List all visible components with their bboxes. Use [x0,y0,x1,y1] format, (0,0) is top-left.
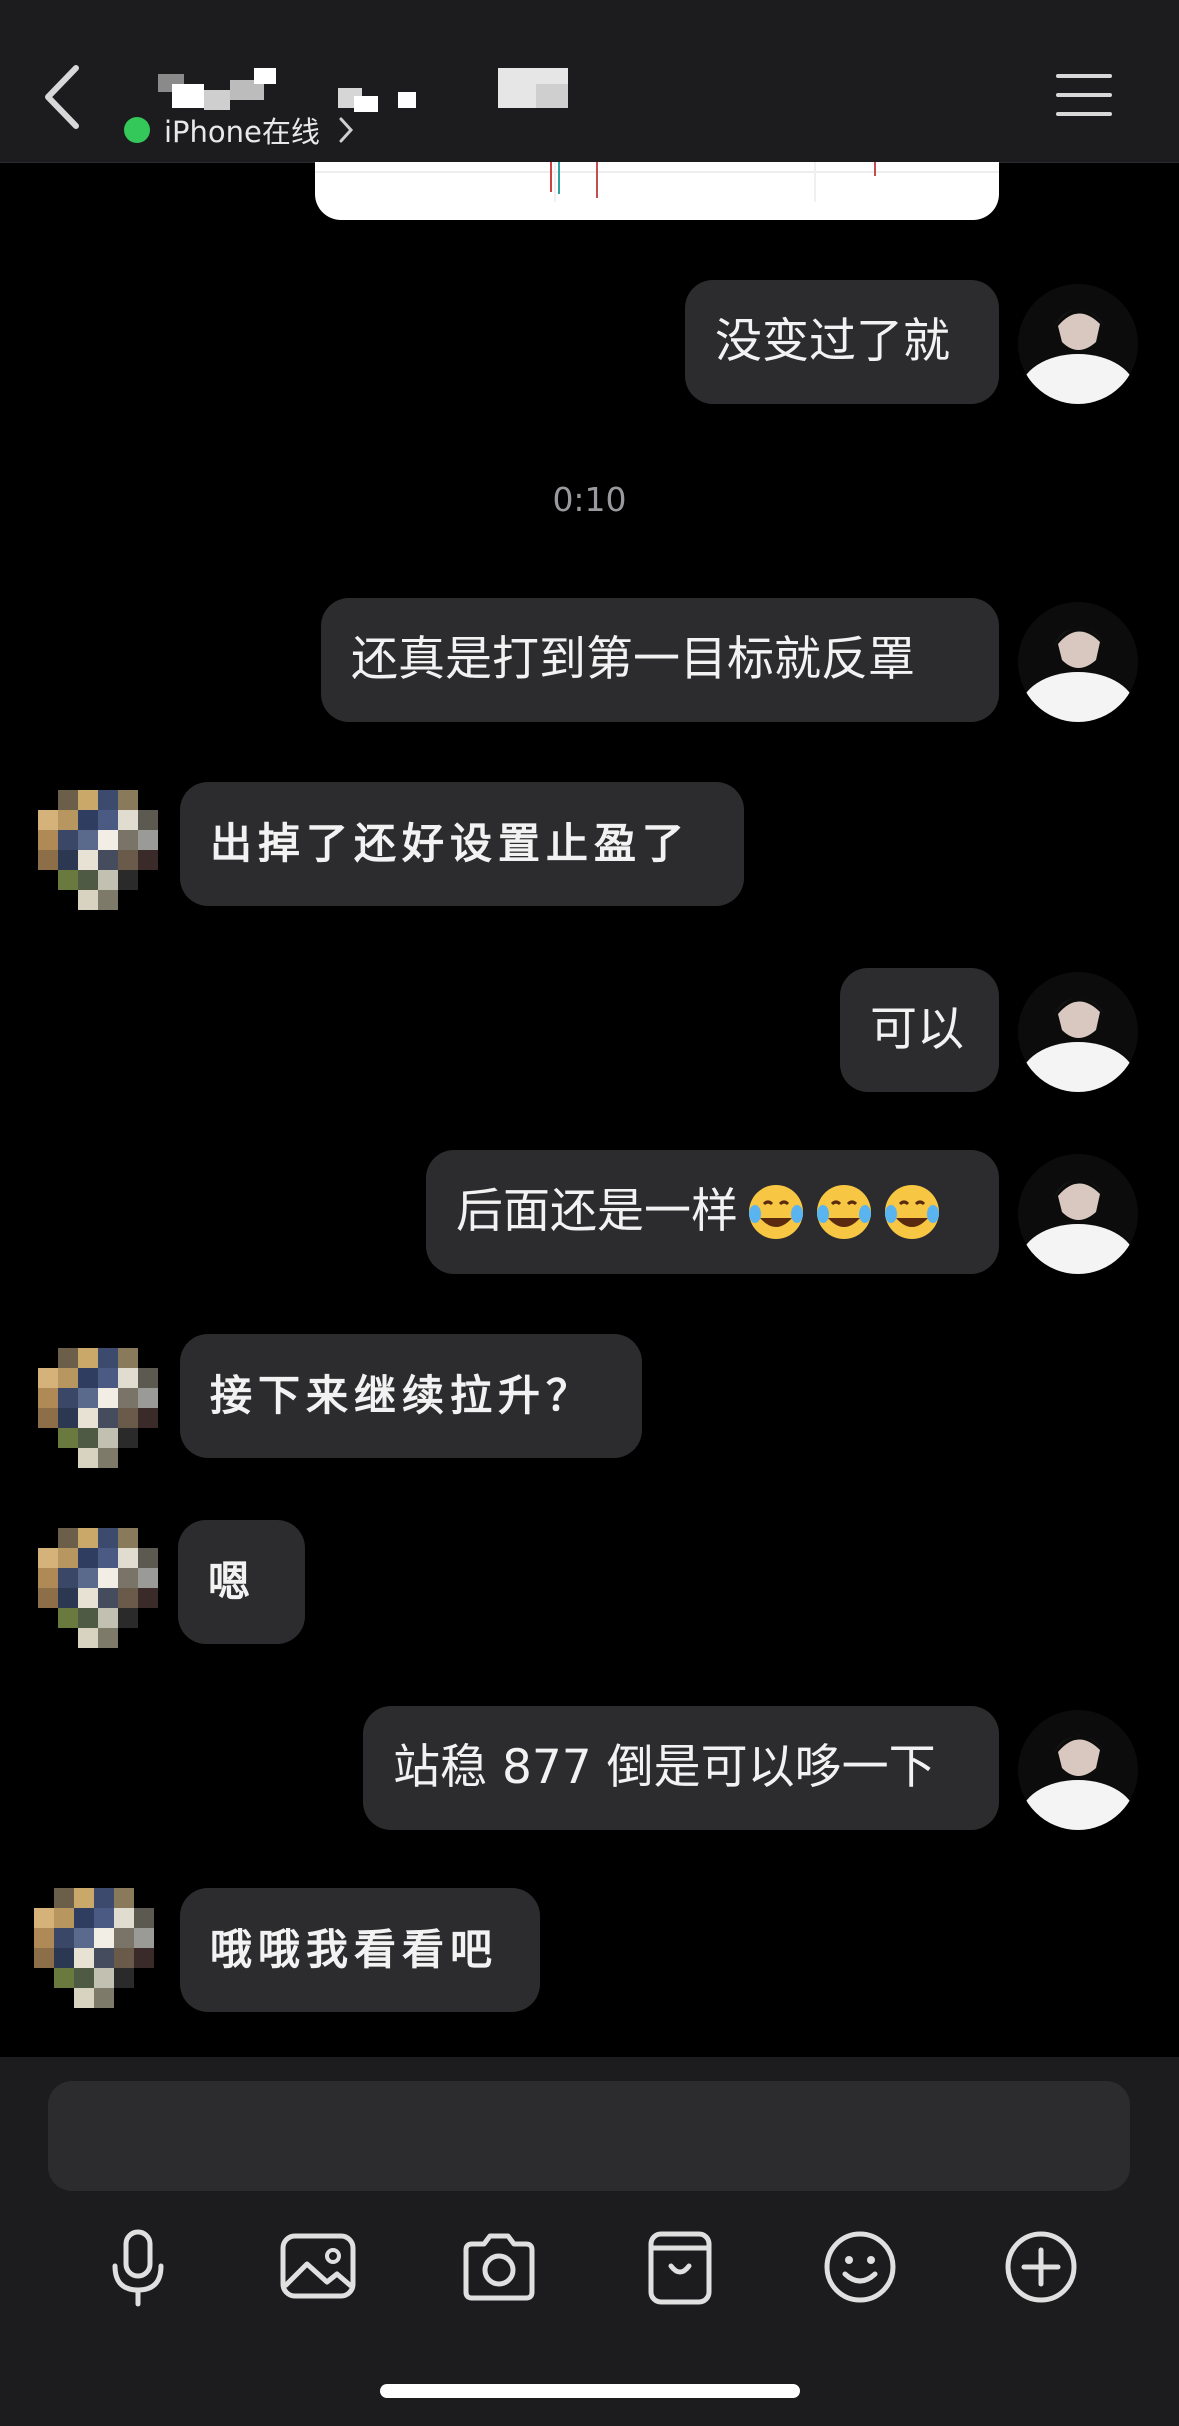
user-avatar[interactable] [1018,1154,1138,1274]
wallet-icon[interactable] [635,2222,725,2312]
message-text: 接下来继续拉升？ [210,1371,595,1420]
message-text: 没变过了就 [715,314,950,369]
user-avatar[interactable] [1018,1710,1138,1830]
camera-icon[interactable] [454,2222,544,2312]
message-bubble-incoming[interactable]: 出掉了还好设置止盈了 [180,782,744,906]
message-list[interactable]: 没变过了就 0:10 还真是打到第一目标就反罩 出掉了还好设置止盈了 可以 后面… [0,162,1179,2057]
message-text: 哦哦我看看吧 [210,1925,499,1974]
message-bubble-incoming[interactable]: 嗯 [178,1520,305,1644]
online-status[interactable]: iPhone在线 [124,110,356,150]
message-input[interactable] [48,2081,1130,2191]
message-bubble-outgoing[interactable]: 后面还是一样 [426,1150,999,1274]
input-panel [0,2057,1179,2426]
message-bubble-incoming[interactable]: 接下来继续拉升？ [180,1334,642,1458]
message-text: 后面还是一样 [456,1184,738,1239]
emoji-icon[interactable] [815,2222,905,2312]
message-bubble-incoming[interactable]: 哦哦我看看吧 [180,1888,540,2012]
image-icon[interactable] [273,2222,363,2312]
contact-name-redacted [158,68,568,112]
home-indicator[interactable] [380,2384,800,2398]
message-text: 可以 [870,1002,964,1057]
timestamp: 0:10 [552,480,627,519]
message-bubble-outgoing[interactable]: 没变过了就 [685,280,999,404]
message-text: 嗯 [208,1557,257,1606]
user-avatar[interactable] [1018,284,1138,404]
chat-header: iPhone在线 [0,0,1179,163]
plus-icon[interactable] [996,2222,1086,2312]
user-avatar[interactable] [1018,972,1138,1092]
message-text: 还真是打到第一目标就反罩 [351,632,915,687]
message-bubble-outgoing[interactable]: 站稳 877 倒是可以哆一下 [363,1706,999,1830]
contact-avatar[interactable] [38,790,162,914]
message-text: 出掉了还好设置止盈了 [210,819,691,868]
hamburger-menu-icon[interactable] [1056,72,1112,118]
chart-thumbnail [315,162,999,202]
contact-avatar[interactable] [38,1348,162,1472]
chevron-right-icon [339,117,353,143]
online-dot-icon [124,117,150,143]
message-text: 站稳 877 倒是可以哆一下 [393,1740,936,1795]
tears-of-joy-emoji-icon [817,1185,871,1239]
microphone-icon[interactable] [93,2222,183,2312]
online-status-text: iPhone在线 [164,115,320,149]
chevron-left-icon[interactable] [40,62,88,132]
user-avatar[interactable] [1018,602,1138,722]
chart-image-message[interactable] [315,162,999,220]
message-bubble-outgoing[interactable]: 可以 [840,968,999,1092]
tears-of-joy-emoji-icon [885,1185,939,1239]
tears-of-joy-emoji-icon [749,1185,803,1239]
contact-avatar[interactable] [34,1888,158,2012]
message-bubble-outgoing[interactable]: 还真是打到第一目标就反罩 [321,598,999,722]
contact-avatar[interactable] [38,1528,162,1652]
